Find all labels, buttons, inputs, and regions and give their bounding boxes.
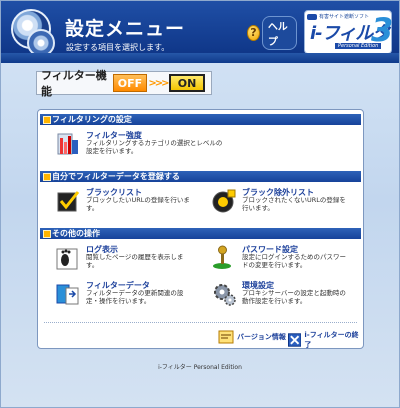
gear-icon — [214, 284, 236, 306]
settings-panel: フィルタリングの設定 フィルター強度 フィルタリングするカテゴリの選択とレベルの… — [37, 109, 364, 349]
exit-label: i-フィルターの終了 — [304, 331, 359, 349]
settings-window: 設定メニュー 設定する項目を選択します。 ? ヘルプ 有害サイト遮断ソフト i-… — [0, 0, 400, 408]
help-label: ヘルプ — [261, 16, 297, 50]
password-settings-desc: 設定にログインするためのパスワードの変更を行います。 — [242, 253, 346, 269]
page-title: 設定メニュー — [65, 18, 186, 40]
filter-strength-icon — [57, 133, 78, 155]
brand-logo: 有害サイト遮断ソフト i-フィルター 3 Personal Edition — [304, 10, 394, 70]
filter-function-switch: フィルター機能 OFF >>> ON — [36, 69, 212, 98]
black-exclude-list-desc: ブロックされたくないURLの登録を行います。 — [242, 196, 346, 212]
brand-edition: Personal Edition — [335, 43, 382, 49]
section-header-filtering: フィルタリングの設定 — [40, 114, 361, 125]
brand-version: 3 — [371, 11, 394, 49]
black-exclude-list-icon — [212, 189, 236, 213]
gear-logo-icon — [11, 9, 55, 57]
filter-function-label: フィルター機能 — [41, 69, 107, 98]
section-header-register: 自分でフィルターデータを登録する — [40, 171, 361, 182]
exit-button[interactable]: i-フィルターの終了 — [288, 330, 363, 350]
log-view-item[interactable]: ログ表示 閲覧したページの履歴を表示します。 — [54, 244, 204, 276]
header-bar: 設定メニュー 設定する項目を選択します。 ? ヘルプ 有害サイト遮断ソフト i-… — [1, 1, 399, 70]
page-subtitle: 設定する項目を選択します。 — [66, 43, 170, 52]
version-info-label: バージョン情報 — [237, 333, 286, 341]
close-icon — [288, 333, 302, 347]
version-info-icon — [218, 330, 234, 344]
help-button[interactable]: ? ヘルプ — [247, 16, 297, 50]
blacklist-icon — [57, 191, 80, 212]
blacklist-desc: ブロックしたいURLの登録を行います。 — [86, 196, 190, 212]
filter-data-icon — [56, 284, 79, 305]
filter-data-desc: フィルターデータの更新関連の設定・操作を行います。 — [86, 289, 184, 305]
switch-arrows: >>> — [148, 77, 169, 89]
black-exclude-list-item[interactable]: ブラック除外リスト ブロックされたくないURLの登録を行います。 — [210, 187, 360, 219]
filter-strength-item[interactable]: フィルター強度 フィルタリングするカテゴリの選択とレベルの設定を行います。 — [54, 130, 222, 162]
environment-settings-desc: プロキシサーバーの設定と起動時の動作設定を行います。 — [242, 289, 346, 305]
filter-on-button[interactable]: ON — [169, 74, 205, 92]
environment-settings-item[interactable]: 環境設定 プロキシサーバーの設定と起動時の動作設定を行います。 — [210, 280, 360, 312]
help-icon: ? — [247, 25, 260, 41]
filter-off-button[interactable]: OFF — [113, 74, 147, 92]
section-header-other: その他の操作 — [40, 228, 361, 239]
log-footprint-icon — [56, 248, 78, 270]
log-view-desc: 閲覧したページの履歴を表示します。 — [86, 253, 184, 269]
password-settings-item[interactable]: パスワード設定 設定にログインするためのパスワードの変更を行います。 — [210, 244, 360, 276]
bottom-divider — [44, 322, 357, 323]
key-icon — [213, 245, 231, 269]
footer-edition-text: i-フィルター Personal Edition — [158, 364, 242, 371]
filter-strength-desc: フィルタリングするカテゴリの選択とレベルの設定を行います。 — [86, 139, 223, 155]
blacklist-item[interactable]: ブラックリスト ブロックしたいURLの登録を行います。 — [54, 187, 204, 219]
version-info-button[interactable]: バージョン情報 — [218, 330, 286, 344]
filter-data-item[interactable]: フィルターデータ フィルターデータの更新関連の設定・操作を行います。 — [54, 280, 204, 312]
